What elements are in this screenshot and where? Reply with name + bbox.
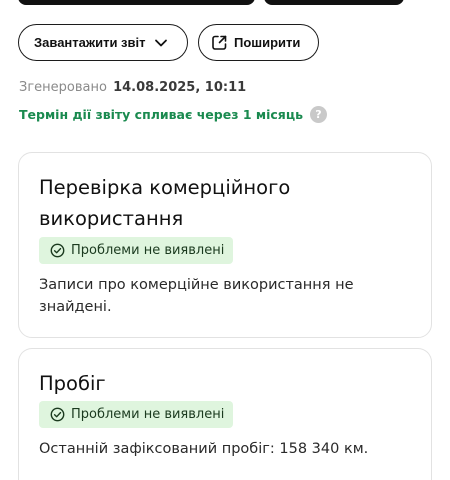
card-description: Записи про комерційне використання не зн… xyxy=(39,277,354,315)
check-circle-icon xyxy=(50,243,65,258)
share-label: Поширити xyxy=(234,35,301,50)
card-title: Пробіг xyxy=(39,372,106,395)
status-text: Проблеми не виявлені xyxy=(71,243,225,258)
check-circle-icon xyxy=(50,407,65,422)
top-button-partial-right[interactable] xyxy=(264,0,404,5)
download-report-button[interactable]: Завантажити звіт xyxy=(18,24,188,61)
card-title: Перевірка комерційного використання xyxy=(39,176,291,230)
report-page: Завантажити звіт Поширити Згенеровано 14… xyxy=(0,0,450,480)
mileage-check-card: Пробіг Проблеми не виявлені Останній заф… xyxy=(18,348,432,480)
report-expiry: Термін дії звіту спливає через 1 місяць … xyxy=(19,106,327,123)
top-button-partial-left[interactable] xyxy=(18,0,255,5)
card-description: Останній зафіксований пробіг: 158 340 км… xyxy=(39,441,369,457)
download-report-label: Завантажити звіт xyxy=(34,35,146,50)
status-badge: Проблеми не виявлені xyxy=(39,237,234,264)
commercial-use-check-card: Перевірка комерційного використання Проб… xyxy=(18,152,432,338)
status-text: Проблеми не виявлені xyxy=(71,407,225,422)
expiry-text: Термін дії звіту спливає через 1 місяць xyxy=(19,107,303,122)
generated-label: Згенеровано xyxy=(19,80,107,95)
generated-info: Згенеровано 14.08.2025, 10:11 xyxy=(19,80,246,95)
share-button[interactable]: Поширити xyxy=(198,24,319,61)
generated-timestamp: 14.08.2025, 10:11 xyxy=(113,80,247,95)
chevron-down-icon xyxy=(153,35,169,51)
share-icon xyxy=(211,34,228,51)
question-icon[interactable]: ? xyxy=(309,106,327,123)
status-badge: Проблеми не виявлені xyxy=(39,401,234,428)
report-actions: Завантажити звіт Поширити xyxy=(18,24,319,61)
